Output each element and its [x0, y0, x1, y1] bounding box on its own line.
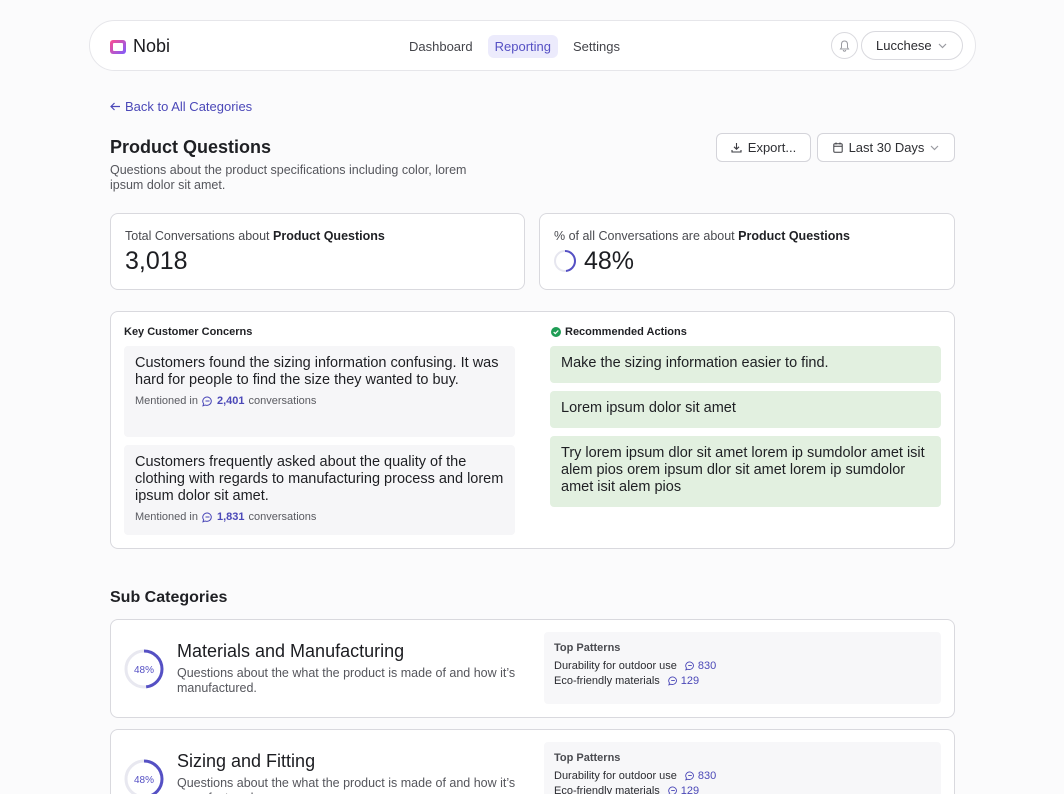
pattern-row: Eco-friendly materials 129: [554, 675, 931, 687]
concern-item: Customers frequently asked about the qua…: [124, 445, 515, 535]
sub-category-description: Questions about the what the product is …: [177, 776, 516, 794]
chat-icon: [668, 786, 677, 794]
recommended-action: Lorem ipsum dolor sit amet: [550, 391, 941, 428]
main-nav: Dashboard Reporting Settings: [402, 35, 627, 58]
concerns-title: Key Customer Concerns: [124, 326, 253, 338]
sub-category-name: Sizing and Fitting: [177, 751, 316, 771]
user-name: Lucchese: [876, 38, 932, 53]
total-conversations-value: 3,018: [125, 247, 188, 275]
pattern-label: Eco-friendly materials: [554, 785, 660, 794]
arrow-left-icon: [110, 102, 120, 111]
top-nav-bar: Nobi Dashboard Reporting Settings Lucche…: [89, 20, 976, 71]
concern-text: Customers found the sizing information c…: [135, 355, 499, 388]
concern-item: Customers found the sizing information c…: [124, 346, 515, 437]
concern-mentions: Mentioned in 1,831 conversations: [135, 511, 317, 523]
pattern-count: 129: [680, 675, 700, 687]
calendar-icon: [832, 142, 843, 153]
pattern-count: 830: [697, 660, 717, 672]
mention-count: 2,401: [217, 395, 245, 407]
page-description: Questions about the product specificatio…: [110, 163, 467, 192]
chat-icon: [202, 512, 212, 523]
patterns-title: Top Patterns: [554, 752, 621, 764]
stat-label: Total Conversations about Product Questi…: [125, 229, 385, 243]
nav-settings[interactable]: Settings: [566, 35, 627, 58]
app-logo[interactable]: Nobi: [110, 36, 170, 57]
total-conversations-card: Total Conversations about Product Questi…: [110, 213, 525, 290]
download-icon: [731, 143, 742, 153]
date-range-select[interactable]: Last 30 Days: [817, 133, 955, 162]
share-conversations-card: % of all Conversations are about Product…: [539, 213, 955, 290]
patterns-title: Top Patterns: [554, 642, 621, 654]
pattern-row: Eco-friendly materials 129: [554, 785, 931, 794]
page-title: Product Questions: [110, 137, 272, 157]
chat-icon: [667, 676, 677, 686]
logo-icon: [110, 39, 126, 54]
app-name: Nobi: [133, 36, 171, 56]
top-patterns: Top Patterns Durability for outdoor use …: [544, 742, 941, 794]
mention-count: 1,831: [217, 511, 245, 523]
back-link[interactable]: Back to All Categories: [110, 99, 252, 114]
chat-icon: [685, 661, 694, 671]
export-label: Export...: [747, 140, 797, 155]
back-link-label: Back to All Categories: [125, 99, 253, 114]
percent-ring: 48%: [124, 649, 164, 689]
stat-label: % of all Conversations are about Product…: [554, 229, 850, 243]
export-button[interactable]: Export...: [716, 133, 811, 162]
pattern-row: Durability for outdoor use 830: [554, 770, 931, 782]
chevron-down-icon: [938, 43, 947, 48]
percent-label: 48%: [134, 775, 154, 786]
percent-label: 48%: [134, 665, 154, 676]
date-range-label: Last 30 Days: [848, 140, 925, 155]
nav-dashboard[interactable]: Dashboard: [402, 35, 480, 58]
sub-category-card[interactable]: 48% Materials and Manufacturing Question…: [110, 619, 955, 718]
user-menu[interactable]: Lucchese: [861, 31, 963, 60]
top-patterns: Top Patterns Durability for outdoor use …: [544, 632, 941, 704]
pattern-label: Eco-friendly materials: [554, 675, 660, 687]
sub-category-name: Materials and Manufacturing: [177, 641, 405, 661]
chat-icon: [202, 396, 212, 407]
pattern-count: 129: [680, 785, 700, 794]
bell-icon: [839, 39, 850, 52]
pattern-label: Durability for outdoor use: [554, 770, 677, 782]
sub-categories-title: Sub Categories: [110, 589, 228, 606]
actions-title-wrap: Recommended Actions: [551, 326, 687, 338]
concern-mentions: Mentioned in 2,401 conversations: [135, 395, 317, 407]
sub-category-card[interactable]: 48% Sizing and Fitting Questions about t…: [110, 729, 955, 794]
actions-title: Recommended Actions: [565, 326, 687, 338]
percent-ring: 48%: [124, 759, 164, 794]
concern-text: Customers frequently asked about the qua…: [135, 454, 504, 504]
chat-icon: [685, 771, 694, 781]
nav-reporting[interactable]: Reporting: [487, 35, 558, 58]
notifications-button[interactable]: [831, 32, 858, 59]
pattern-label: Durability for outdoor use: [554, 660, 677, 672]
recommended-action: Try lorem ipsum dlor sit amet lorem ip s…: [550, 436, 941, 507]
check-circle-icon: [551, 327, 561, 337]
progress-ring: [554, 250, 576, 272]
pattern-count: 830: [697, 770, 717, 782]
share-conversations-value: 48%: [584, 247, 635, 275]
insights-panel: Key Customer Concerns Recommended Action…: [110, 311, 955, 549]
recommended-action: Make the sizing information easier to fi…: [550, 346, 941, 383]
chevron-down-icon: [931, 145, 939, 150]
sub-category-description: Questions about the what the product is …: [177, 666, 516, 695]
pattern-row: Durability for outdoor use 830: [554, 660, 931, 672]
